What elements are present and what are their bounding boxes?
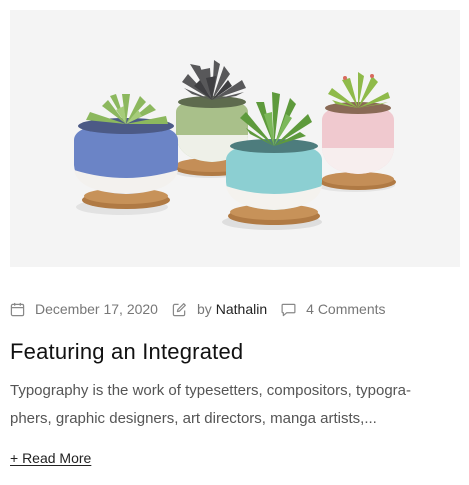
post-date: December 17, 2020 — [10, 301, 158, 317]
excerpt-line: phers, graphic designers, art directors,… — [10, 410, 377, 427]
author-prefix: by — [196, 301, 212, 317]
speech-bubble-icon — [281, 303, 296, 316]
calendar-icon — [10, 302, 25, 316]
pencil-edit-icon — [172, 302, 186, 316]
post-title[interactable]: Featuring an Integrated — [10, 339, 243, 365]
post-featured-image[interactable] — [10, 10, 460, 267]
post-excerpt: Typography is the work of typesetters, c… — [10, 377, 450, 433]
post-date-text: December 17, 2020 — [35, 301, 158, 317]
succulent-pots-illustration — [74, 60, 396, 230]
comments-link[interactable]: 4 Comments — [306, 301, 385, 317]
author-link[interactable]: Nathalin — [216, 301, 267, 317]
post-comments: 4 Comments — [281, 301, 386, 317]
post-meta: December 17, 2020 by Nathalin 4 Comments — [10, 299, 400, 319]
blog-post-card: December 17, 2020 by Nathalin 4 Comments… — [0, 0, 469, 485]
post-author: by Nathalin — [172, 301, 267, 317]
excerpt-line: Typography is the work of typesetters, c… — [10, 382, 412, 399]
read-more-link[interactable]: + Read More — [10, 450, 91, 466]
